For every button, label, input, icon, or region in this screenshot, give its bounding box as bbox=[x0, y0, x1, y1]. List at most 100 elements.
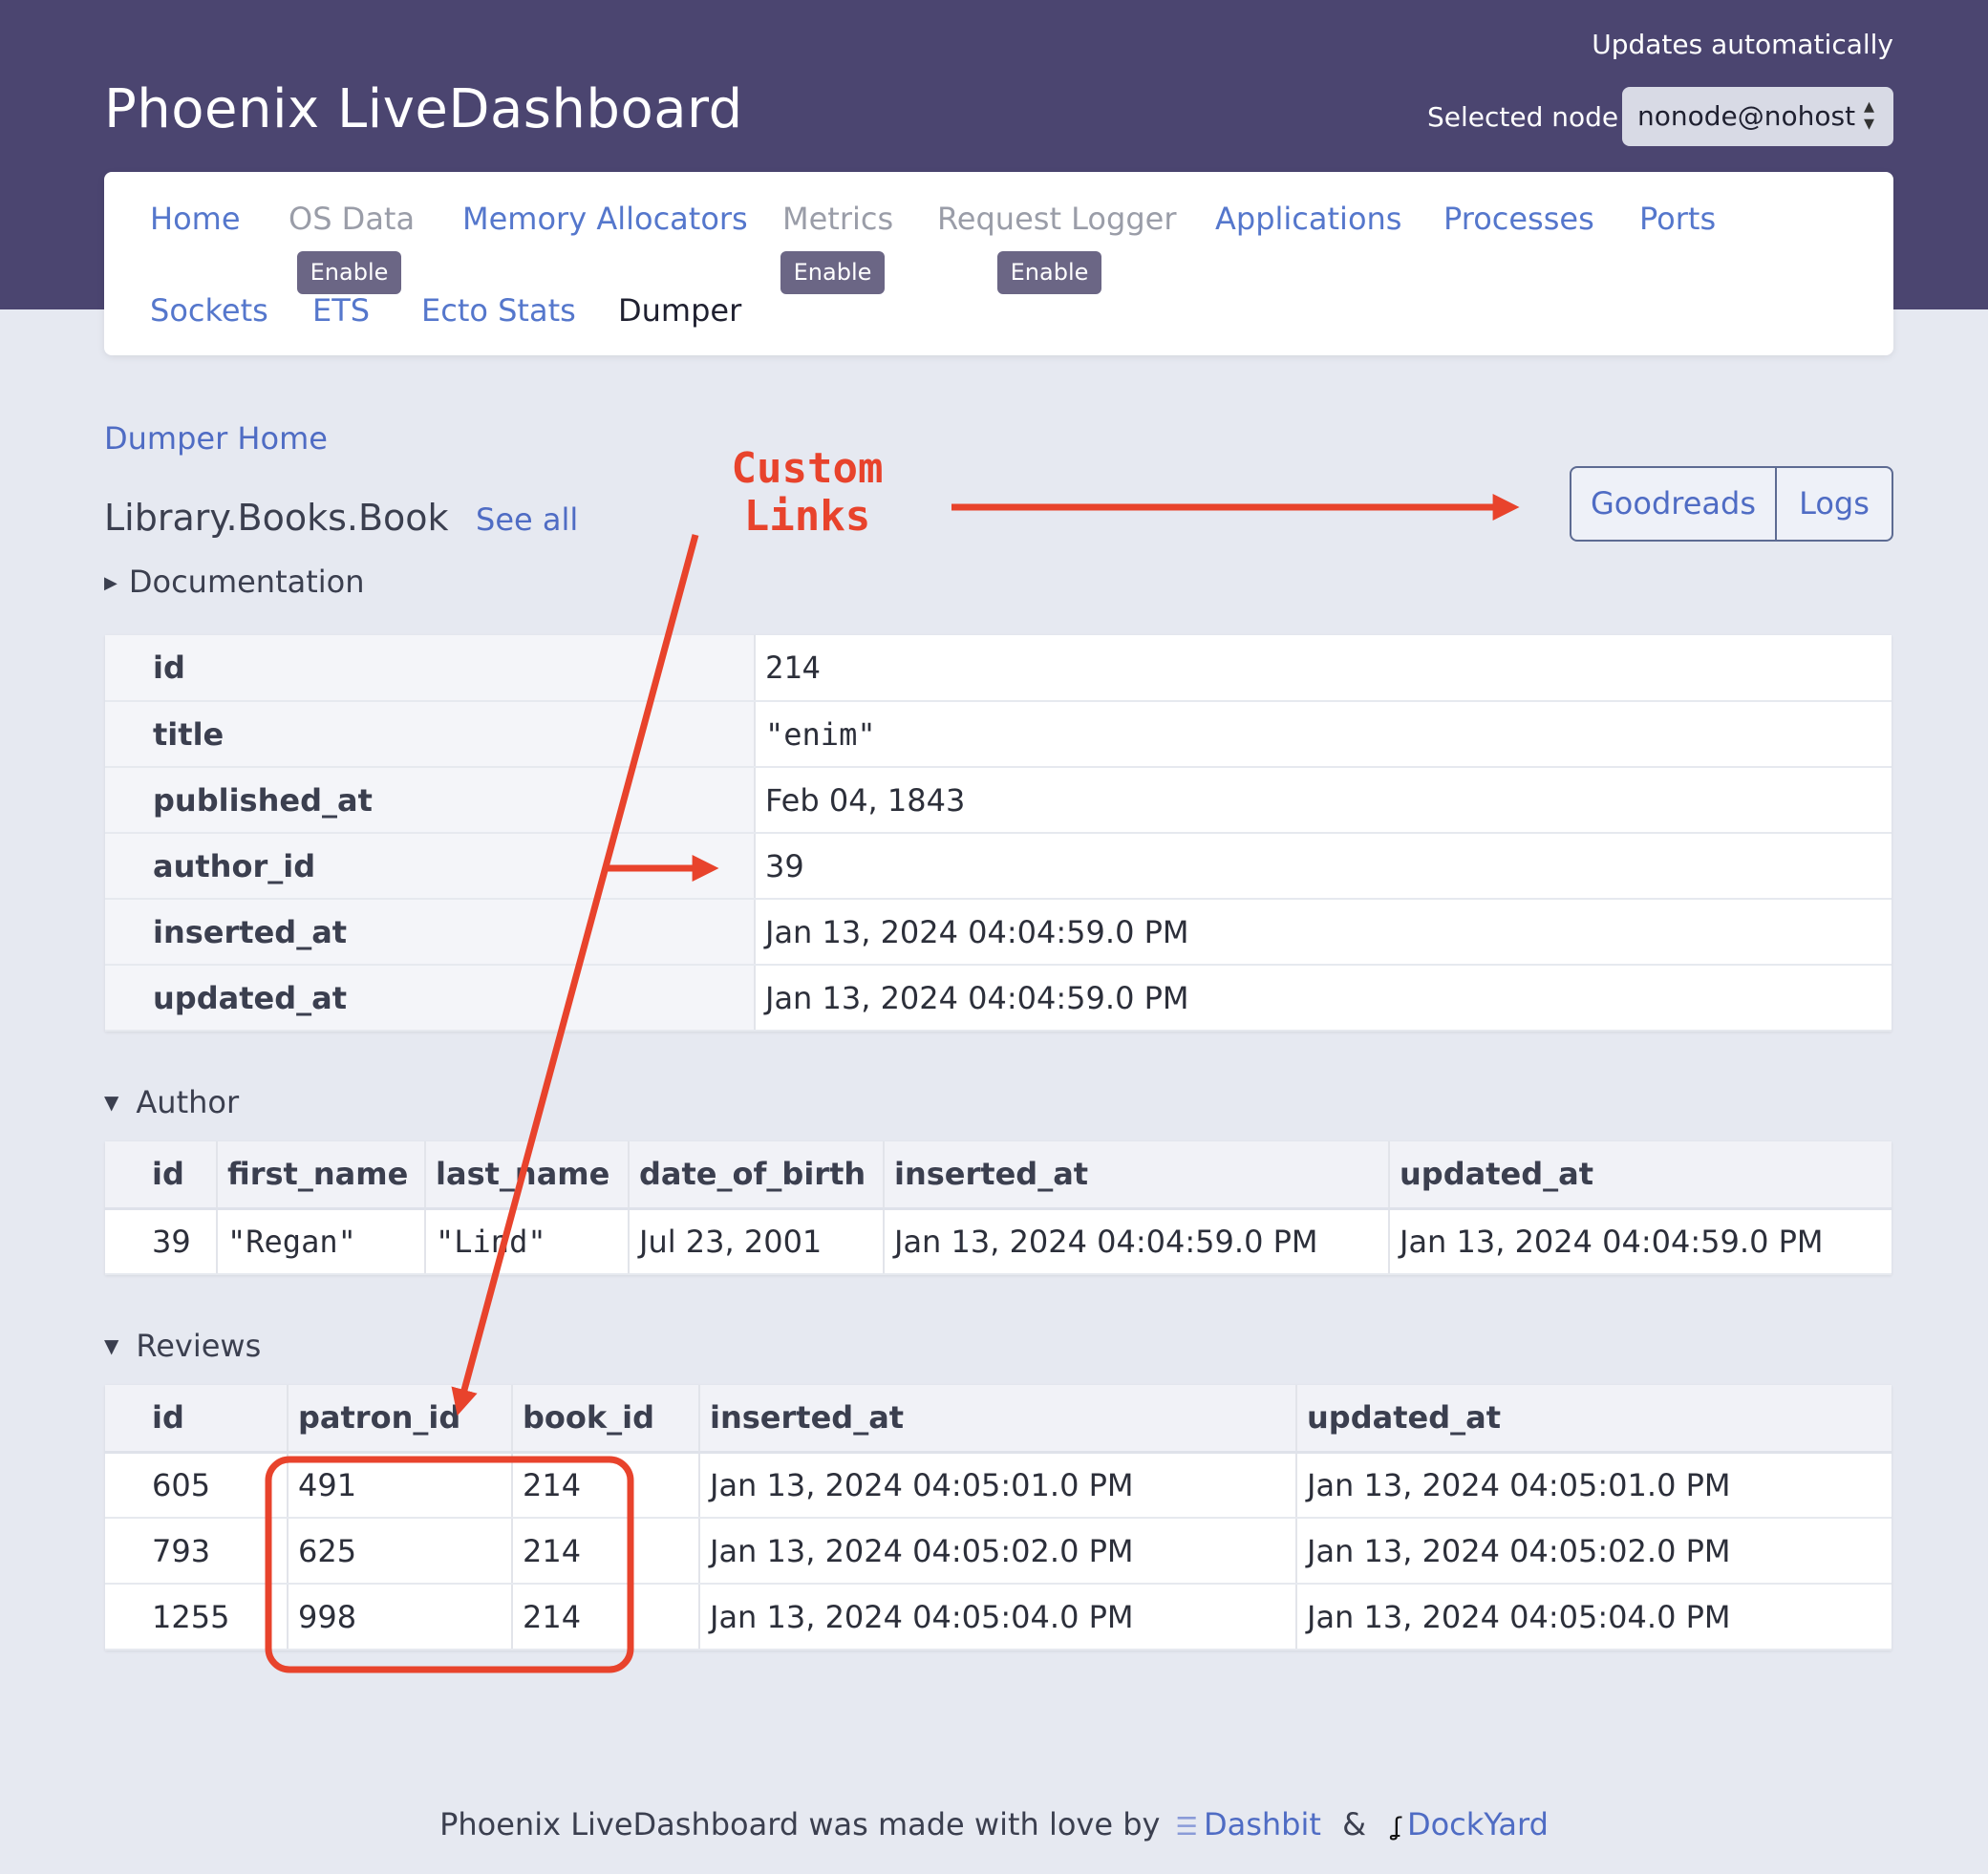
table-cell: Jan 13, 2024 04:05:04.0 PM bbox=[699, 1584, 1297, 1650]
column-header: inserted_at bbox=[884, 1141, 1390, 1210]
author-section-toggle[interactable]: ▼ Author bbox=[104, 1084, 239, 1120]
column-header: last_name bbox=[425, 1141, 630, 1210]
record-row: inserted_at Jan 13, 2024 04:04:59.0 PM bbox=[105, 899, 1892, 966]
nav-ets[interactable]: ETS bbox=[312, 292, 370, 329]
column-header: id bbox=[105, 1141, 218, 1210]
column-header: book_id bbox=[512, 1385, 700, 1454]
node-select-value: nonode@nohost bbox=[1637, 100, 1856, 132]
nav-home[interactable]: Home bbox=[150, 201, 241, 237]
column-header: date_of_birth bbox=[629, 1141, 885, 1210]
record-row: published_at Feb 04, 1843 bbox=[105, 767, 1892, 834]
metrics-enable-button[interactable]: Enable bbox=[780, 251, 885, 294]
updates-automatically-toggle[interactable]: Updates automatically bbox=[1592, 29, 1893, 60]
field-value: Jan 13, 2024 04:04:59.0 PM bbox=[755, 965, 1892, 1032]
table-row: 39 "Regan" "Lind" Jul 23, 2001 Jan 13, 2… bbox=[105, 1208, 1892, 1275]
book-id-link[interactable]: 214 bbox=[512, 1584, 700, 1650]
dashbit-link[interactable]: Dashbit bbox=[1204, 1806, 1321, 1842]
table-cell: Jan 13, 2024 04:05:02.0 PM bbox=[699, 1518, 1297, 1585]
table-row: 793 625 214 Jan 13, 2024 04:05:02.0 PM J… bbox=[105, 1518, 1892, 1585]
table-cell: Jul 23, 2001 bbox=[629, 1208, 885, 1275]
field-value: 214 bbox=[755, 635, 1892, 702]
logs-button[interactable]: Logs bbox=[1777, 468, 1892, 540]
nav-ecto-stats[interactable]: Ecto Stats bbox=[421, 292, 576, 329]
goodreads-button[interactable]: Goodreads bbox=[1571, 468, 1777, 540]
caret-down-icon: ▼ bbox=[104, 1334, 119, 1357]
nav-metrics: Metrics bbox=[782, 201, 894, 237]
field-value: Jan 13, 2024 04:04:59.0 PM bbox=[755, 899, 1892, 966]
footer-text: Phoenix LiveDashboard was made with love… bbox=[439, 1806, 1161, 1842]
dumper-home-link[interactable]: Dumper Home bbox=[104, 420, 328, 457]
patron-id-link[interactable]: 998 bbox=[288, 1584, 513, 1650]
custom-links-group: Goodreads Logs bbox=[1570, 466, 1893, 542]
caret-right-icon: ▶ bbox=[104, 573, 118, 593]
dockyard-logo-icon: ʆ bbox=[1393, 1813, 1401, 1842]
field-value: Feb 04, 1843 bbox=[755, 767, 1892, 834]
column-header: id bbox=[105, 1385, 289, 1454]
author-table: id first_name last_name date_of_birth in… bbox=[105, 1141, 1892, 1275]
app-title: Phoenix LiveDashboard bbox=[104, 78, 743, 140]
select-arrows-icon: ▴ ▾ bbox=[1863, 95, 1874, 136]
footer: Phoenix LiveDashboard was made with love… bbox=[0, 1806, 1988, 1842]
nav-menu: Home OS Data Enable Memory Allocators Me… bbox=[104, 172, 1893, 355]
column-header: updated_at bbox=[1389, 1141, 1892, 1210]
record-row: title "enim" bbox=[105, 701, 1892, 768]
table-cell: "Lind" bbox=[425, 1208, 630, 1275]
reviews-section-title: Reviews bbox=[136, 1328, 262, 1364]
field-key: id bbox=[105, 635, 756, 702]
nav-sockets[interactable]: Sockets bbox=[150, 292, 268, 329]
os-data-enable-button[interactable]: Enable bbox=[297, 251, 401, 294]
patron-id-link[interactable]: 491 bbox=[288, 1452, 513, 1519]
nav-applications[interactable]: Applications bbox=[1215, 201, 1401, 237]
table-cell: Jan 13, 2024 04:04:59.0 PM bbox=[884, 1208, 1390, 1275]
reviews-table: id patron_id book_id inserted_at updated… bbox=[105, 1385, 1892, 1650]
nav-request-logger: Request Logger bbox=[937, 201, 1177, 237]
review-id-link[interactable]: 605 bbox=[105, 1452, 289, 1519]
annotation-line-1: Custom bbox=[731, 444, 884, 493]
author-id-link[interactable]: 39 bbox=[105, 1208, 218, 1275]
dockyard-link[interactable]: DockYard bbox=[1407, 1806, 1549, 1842]
book-id-link[interactable]: 214 bbox=[512, 1452, 700, 1519]
documentation-label: Documentation bbox=[128, 564, 365, 600]
column-header: first_name bbox=[217, 1141, 426, 1210]
record-row: updated_at Jan 13, 2024 04:04:59.0 PM bbox=[105, 965, 1892, 1032]
patron-id-link[interactable]: 625 bbox=[288, 1518, 513, 1585]
column-header: patron_id bbox=[288, 1385, 513, 1454]
field-key: title bbox=[105, 701, 756, 768]
selected-node-label: Selected node bbox=[1427, 101, 1619, 133]
field-key: published_at bbox=[105, 767, 756, 834]
field-value: "enim" bbox=[755, 701, 1892, 768]
table-cell: Jan 13, 2024 04:05:01.0 PM bbox=[1296, 1452, 1892, 1519]
table-cell: Jan 13, 2024 04:04:59.0 PM bbox=[1389, 1208, 1892, 1275]
caret-down-icon: ▼ bbox=[104, 1091, 119, 1114]
column-header: updated_at bbox=[1296, 1385, 1892, 1454]
author-section-title: Author bbox=[136, 1084, 240, 1120]
node-select[interactable]: nonode@nohost ▴ ▾ bbox=[1622, 87, 1893, 146]
nav-processes[interactable]: Processes bbox=[1443, 201, 1594, 237]
review-id-link[interactable]: 793 bbox=[105, 1518, 289, 1585]
see-all-link[interactable]: See all bbox=[476, 501, 578, 538]
nav-ports[interactable]: Ports bbox=[1639, 201, 1716, 237]
book-id-link[interactable]: 214 bbox=[512, 1518, 700, 1585]
request-logger-enable-button[interactable]: Enable bbox=[997, 251, 1101, 294]
field-key: updated_at bbox=[105, 965, 756, 1032]
nav-os-data: OS Data bbox=[289, 201, 416, 237]
reviews-section-toggle[interactable]: ▼ Reviews bbox=[104, 1328, 261, 1364]
table-cell: Jan 13, 2024 04:05:04.0 PM bbox=[1296, 1584, 1892, 1650]
custom-links-annotation: Custom Links bbox=[697, 445, 917, 541]
nav-dumper[interactable]: Dumper bbox=[618, 292, 741, 329]
author-id-link[interactable]: 39 bbox=[755, 833, 1892, 900]
record-row: id 214 bbox=[105, 635, 1892, 702]
record-table: id 214 title "enim" published_at Feb 04,… bbox=[105, 635, 1892, 1032]
documentation-toggle[interactable]: ▶ Documentation bbox=[104, 564, 365, 600]
column-header: inserted_at bbox=[699, 1385, 1297, 1454]
table-cell: Jan 13, 2024 04:05:02.0 PM bbox=[1296, 1518, 1892, 1585]
nav-memory-allocators[interactable]: Memory Allocators bbox=[462, 201, 748, 237]
table-row: 1255 998 214 Jan 13, 2024 04:05:04.0 PM … bbox=[105, 1584, 1892, 1650]
table-cell: Jan 13, 2024 04:05:01.0 PM bbox=[699, 1452, 1297, 1519]
table-cell: "Regan" bbox=[217, 1208, 426, 1275]
review-id-link[interactable]: 1255 bbox=[105, 1584, 289, 1650]
table-row: 605 491 214 Jan 13, 2024 04:05:01.0 PM J… bbox=[105, 1452, 1892, 1519]
field-key: author_id bbox=[105, 833, 756, 900]
field-key: inserted_at bbox=[105, 899, 756, 966]
annotation-line-2: Links bbox=[743, 492, 871, 541]
